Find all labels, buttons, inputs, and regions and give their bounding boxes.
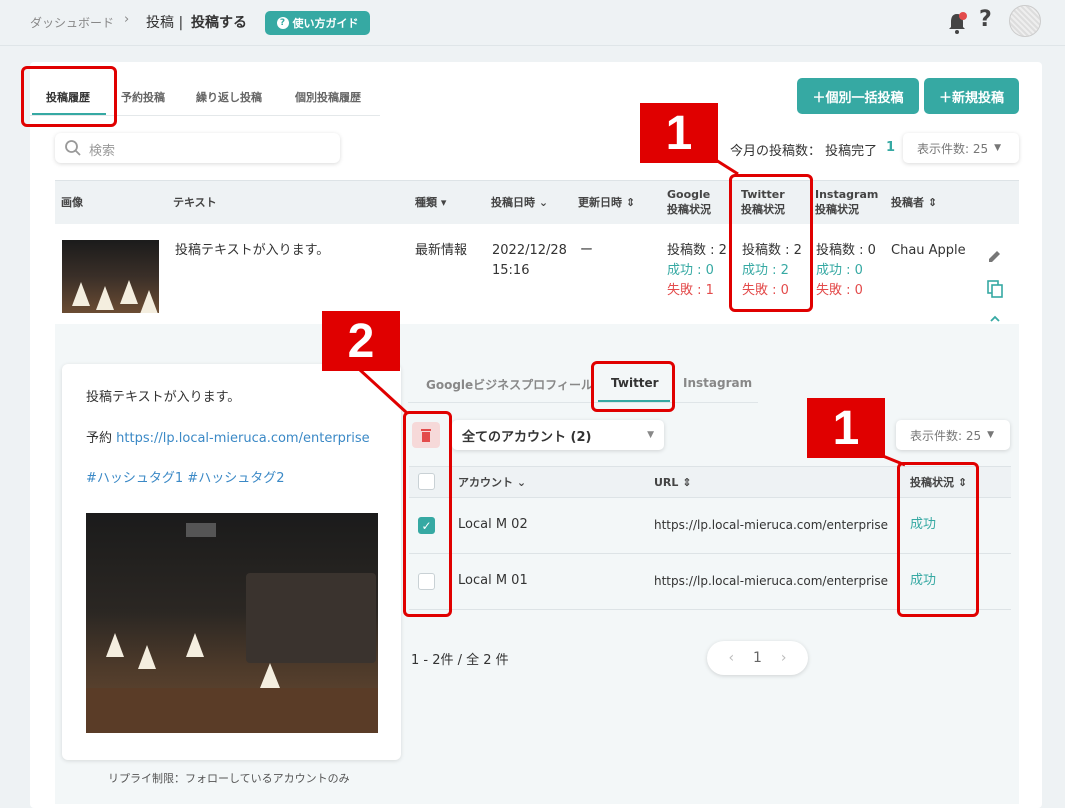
annotation-label-2: 2 [322,311,400,371]
annotation-arrows [358,148,906,467]
annotation-label-1b: 1 [807,398,885,458]
annotation-label-1: 1 [640,103,718,163]
